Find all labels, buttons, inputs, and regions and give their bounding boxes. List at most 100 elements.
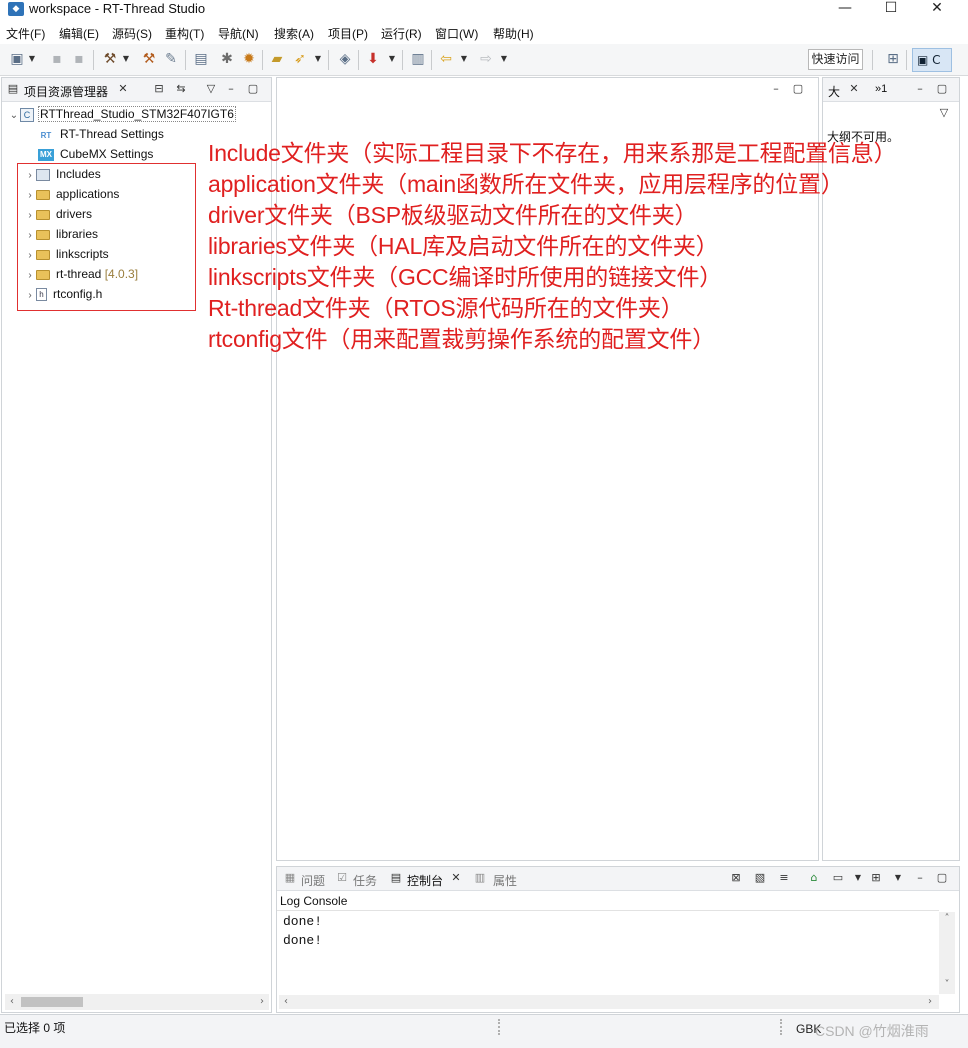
cubemx-icon: MX [38, 148, 54, 161]
window-title: workspace - RT-Thread Studio [29, 1, 206, 16]
minimize-icon[interactable]: – [769, 82, 783, 96]
c-perspective-button[interactable]: ▣ C [912, 48, 952, 72]
rebuild-icon[interactable]: ⚒ [140, 50, 158, 68]
rt-thread-studio-icon: ◆ [8, 2, 24, 16]
menu-file[interactable]: 文件(F) [6, 25, 45, 42]
scroll-right-icon[interactable]: › [923, 995, 937, 1009]
scroll-down-icon[interactable]: ˅ [940, 978, 954, 992]
flash-download-icon[interactable]: ⬇ [364, 50, 382, 68]
display-console-icon[interactable]: ▭ [831, 871, 845, 885]
project-name: RTThread_Studio_STM32F407IGT6 [38, 106, 236, 122]
maximize-icon[interactable]: ▢ [935, 871, 949, 885]
console-output[interactable]: done! done! [277, 910, 939, 994]
save-all-icon[interactable]: ▪ [70, 50, 88, 68]
toolbar-separator [262, 50, 263, 70]
collapse-all-icon[interactable]: ⊟ [152, 82, 166, 96]
minimize-icon[interactable]: – [913, 82, 927, 96]
chevron-down-icon[interactable]: ▼ [314, 52, 322, 66]
annotation-rtconfig: rtconfig文件（用来配置裁剪操作系统的配置文件） [208, 326, 716, 352]
back-arrow-icon[interactable]: ⇦ [437, 50, 455, 68]
chevron-down-icon[interactable]: ▼ [851, 871, 865, 885]
view-overflow-count[interactable]: »1 [875, 83, 887, 95]
menu-source[interactable]: 源码(S) [112, 25, 152, 42]
minimize-icon[interactable]: — [822, 0, 868, 20]
scroll-left-icon[interactable]: ‹ [279, 995, 293, 1009]
view-menu-icon[interactable]: ▽ [204, 82, 218, 96]
console-header: ▦ 问题 ☑ 任务 ▤ 控制台 ✕ ▥ 属性 ⊠ ▧ ≡ ⌂ ▭ ▼ ⊞ ▼ –… [277, 867, 959, 891]
title-bar: ◆ workspace - RT-Thread Studio — ☐ ✕ [0, 0, 968, 20]
csdn-watermark: CSDN @竹烟淮雨 [815, 1023, 929, 1039]
open-console-icon[interactable]: ⊞ [869, 871, 883, 885]
explorer-hscrollbar[interactable]: ‹ › [5, 994, 269, 1010]
chevron-down-icon[interactable]: ▼ [500, 52, 508, 66]
debug-bug-icon[interactable]: ✹ [240, 50, 258, 68]
scroll-right-icon[interactable]: › [255, 995, 269, 1009]
toolbar-separator [402, 50, 403, 70]
annotation-libraries: libraries文件夹（HAL库及启动文件所在的文件夹） [208, 233, 719, 259]
open-perspective-icon[interactable]: ⊞ [884, 50, 902, 68]
minimize-icon[interactable]: – [224, 82, 238, 96]
close-icon[interactable]: ✕ [914, 0, 960, 20]
scroll-up-icon[interactable]: ˄ [940, 912, 954, 926]
menu-search[interactable]: 搜索(A) [274, 25, 314, 42]
chevron-down-icon[interactable]: ▼ [891, 871, 905, 885]
maximize-icon[interactable]: ☐ [868, 0, 914, 20]
menu-help[interactable]: 帮助(H) [493, 25, 534, 42]
menu-project[interactable]: 项目(P) [328, 25, 368, 42]
tree-item-cubemx-settings[interactable]: MX CubeMX Settings [38, 144, 153, 164]
tab-tasks[interactable]: 任务 [353, 872, 377, 889]
tree-item-rt-thread-settings[interactable]: RT RT-Thread Settings [38, 124, 164, 144]
close-icon[interactable]: ✕ [847, 82, 861, 96]
settings-gear-icon[interactable]: ✱ [218, 50, 236, 68]
chevron-down-icon[interactable]: ▼ [122, 52, 130, 66]
pin-console-icon[interactable]: ⌂ [807, 871, 821, 885]
terminal-icon[interactable]: ▤ [192, 50, 210, 68]
maximize-icon[interactable]: ▢ [791, 82, 805, 96]
project-root[interactable]: ⌄ C RTThread_Studio_STM32F407IGT6 [8, 104, 236, 124]
download-rocket-icon[interactable]: ➶ [291, 50, 309, 68]
close-icon[interactable]: ✕ [116, 82, 130, 96]
console-line: done! [283, 914, 323, 929]
tab-console[interactable]: 控制台 [407, 872, 443, 889]
maximize-icon[interactable]: ▢ [246, 82, 260, 96]
menu-refactor[interactable]: 重构(T) [165, 25, 204, 42]
chevron-down-icon[interactable]: ▼ [460, 52, 468, 66]
tab-problems[interactable]: 问题 [301, 872, 325, 889]
forward-arrow-icon[interactable]: ⇨ [477, 50, 495, 68]
annotation-drivers: driver文件夹（BSP板级驱动文件所在的文件夹） [208, 202, 698, 228]
tab-properties[interactable]: 属性 [493, 872, 517, 889]
scroll-thumb[interactable] [21, 997, 83, 1007]
explorer-header: ▤ 项目资源管理器 ✕ ⊟ ⇆ ▽ – ▢ [2, 78, 271, 102]
clear-console-icon[interactable]: ⊠ [729, 871, 743, 885]
new-icon[interactable]: ▣ [8, 50, 26, 68]
menu-navigate[interactable]: 导航(N) [218, 25, 259, 42]
word-wrap-icon[interactable]: ≡ [777, 871, 791, 885]
console-view-icon[interactable]: ▥ [409, 50, 427, 68]
clean-icon[interactable]: ✎ [162, 50, 180, 68]
view-menu-icon[interactable]: ▽ [937, 106, 951, 120]
menu-window[interactable]: 窗口(W) [435, 25, 478, 42]
build-hammer-icon[interactable]: ⚒ [101, 50, 119, 68]
open-folder-icon[interactable]: ▰ [268, 50, 286, 68]
link-editor-icon[interactable]: ⇆ [174, 82, 188, 96]
sdk-manager-icon[interactable]: ◈ [336, 50, 354, 68]
minimize-icon[interactable]: – [913, 871, 927, 885]
chevron-down-icon[interactable]: ▼ [388, 52, 396, 66]
chevron-down-icon[interactable]: ▼ [28, 52, 36, 66]
selection-status: 已选择 0 项 [4, 1021, 66, 1035]
menu-run[interactable]: 运行(R) [381, 25, 422, 42]
explorer-tab-title[interactable]: 项目资源管理器 [24, 83, 108, 100]
scroll-left-icon[interactable]: ‹ [5, 995, 19, 1009]
status-bar: 已选择 0 项 GBK CSDN @竹烟淮雨 [0, 1014, 968, 1048]
scroll-lock-icon[interactable]: ▧ [753, 871, 767, 885]
outline-tab-title[interactable]: 大 [828, 83, 840, 100]
console-vscrollbar[interactable]: ˄ ˅ [939, 912, 955, 994]
chevron-down-icon[interactable]: ⌄ [8, 106, 20, 126]
console-hscrollbar[interactable]: ‹ › [279, 995, 939, 1009]
status-separator [780, 1019, 784, 1035]
menu-edit[interactable]: 编辑(E) [59, 25, 99, 42]
save-icon[interactable]: ▪ [48, 50, 66, 68]
quick-access-field[interactable]: 快速访问 [808, 49, 863, 70]
maximize-icon[interactable]: ▢ [935, 82, 949, 96]
close-icon[interactable]: ✕ [449, 871, 463, 885]
